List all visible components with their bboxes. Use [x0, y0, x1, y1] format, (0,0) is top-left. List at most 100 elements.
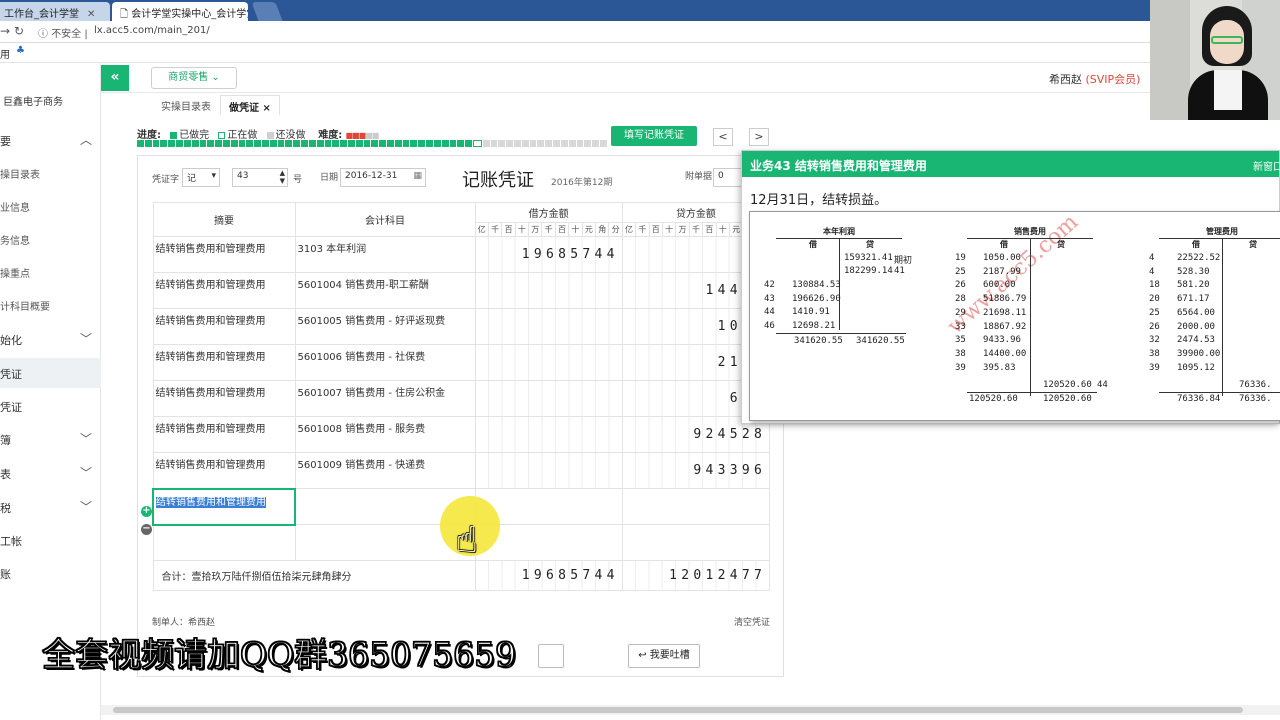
- account-cell[interactable]: 5601006 销售费用 - 社保费: [294, 344, 476, 381]
- bookmark-item[interactable]: 用: [0, 46, 10, 61]
- progress-segment: [553, 140, 560, 147]
- new-tab-button[interactable]: [251, 2, 283, 21]
- debit-amount[interactable]: [474, 452, 623, 489]
- debit-amount[interactable]: 19685744: [474, 236, 623, 273]
- progress-segment: [183, 140, 191, 147]
- insecure-indicator[interactable]: ⓘ 不安全 |: [38, 25, 88, 40]
- tab-catalog[interactable]: 实操目录表: [153, 95, 219, 115]
- digit-header: 千: [541, 222, 556, 237]
- cr-amount: 76336.: [1239, 380, 1272, 390]
- browser-tab-practice[interactable]: 🗋 会计学堂实操中心_会计学堂✕: [112, 2, 248, 21]
- debit-amount[interactable]: [474, 308, 623, 345]
- close-icon[interactable]: ✕: [87, 9, 95, 20]
- account-cell[interactable]: 5601008 销售费用 - 服务费: [294, 416, 476, 453]
- dr-amount: 2474.53: [1177, 335, 1215, 346]
- voucher-word-select[interactable]: 记 ▾: [182, 168, 220, 187]
- next-button[interactable]: >: [749, 128, 769, 146]
- bookmark-icon[interactable]: ♣: [16, 45, 25, 56]
- browser-tab-workbench[interactable]: 工作台_会计学堂 ✕: [0, 2, 110, 21]
- progress-segment: [137, 140, 144, 147]
- close-icon[interactable]: ×: [262, 103, 270, 114]
- cr-amount: 182299.14: [844, 266, 893, 276]
- dr-ref: 26: [1149, 321, 1160, 332]
- debit-amount[interactable]: [474, 416, 623, 453]
- sidebar-item-summary[interactable]: 要 ︿: [0, 125, 101, 155]
- digit-header: 千: [688, 222, 704, 237]
- dr-total: 76336.84: [1177, 394, 1221, 404]
- credit-amount[interactable]: 943396: [621, 452, 771, 489]
- account-cell[interactable]: 5601009 销售费用 - 快递费: [294, 452, 476, 489]
- progress-segment: [379, 140, 386, 147]
- stepper-icon[interactable]: ▲ ▼: [280, 169, 285, 185]
- user-info[interactable]: 希西赵 (SVIP会员): [1049, 71, 1140, 87]
- calendar-icon[interactable]: ▦: [413, 171, 422, 181]
- total-debit-amount[interactable]: 19685744: [474, 560, 623, 591]
- sidebar-item-company-info[interactable]: 业信息: [0, 191, 101, 221]
- account-cell[interactable]: 5601007 销售费用 - 住房公积金: [294, 380, 476, 417]
- fill-voucher-button[interactable]: 填写记账凭证: [611, 126, 697, 146]
- voucher-number-input[interactable]: 43 ▲ ▼: [232, 168, 288, 187]
- debit-amount[interactable]: [474, 380, 623, 417]
- clear-voucher-link[interactable]: 清空凭证: [734, 615, 770, 628]
- reload-icon[interactable]: ↻: [14, 24, 24, 38]
- credit-amount[interactable]: [621, 488, 771, 525]
- sidebar-item-reports[interactable]: 表 ﹀: [0, 458, 101, 488]
- horizontal-scrollbar[interactable]: [101, 705, 1280, 715]
- account-cell[interactable]: 5601005 销售费用 - 好评返现费: [294, 308, 476, 345]
- voucher-row: 结转销售费用和管理费用5601005 销售费用 - 好评返现费1050: [152, 308, 771, 345]
- remove-row-icon[interactable]: −: [141, 524, 152, 535]
- sidebar-item-label: 计科目概要: [0, 302, 50, 313]
- add-row-icon[interactable]: +: [141, 506, 152, 517]
- summary-cell[interactable]: [152, 524, 296, 561]
- scrollbar-thumb[interactable]: [113, 707, 1243, 713]
- account-cell[interactable]: 3103 本年利润: [294, 236, 476, 273]
- summary-cell[interactable]: 结转销售费用和管理费用: [152, 308, 296, 345]
- new-window-link[interactable]: 新窗口: [1253, 158, 1280, 173]
- sidebar-item-manual-ledger[interactable]: 工帐: [0, 525, 101, 555]
- debit-amount[interactable]: [474, 272, 623, 309]
- sidebar-item-key-points[interactable]: 操重点: [0, 257, 101, 287]
- collapse-sidebar-button[interactable]: «: [101, 65, 129, 91]
- dr-ref: 43: [764, 293, 775, 304]
- progress-segment: [191, 140, 199, 147]
- sidebar-item-business-info[interactable]: 务信息: [0, 224, 101, 254]
- chevron-down-icon: ﹀: [79, 466, 92, 480]
- sidebar-item-view-voucher[interactable]: 凭证: [0, 391, 101, 421]
- debit-amount[interactable]: [474, 344, 623, 381]
- tab-voucher[interactable]: 做凭证 ×: [220, 95, 280, 115]
- sidebar-item-accounts-book[interactable]: 账: [0, 558, 101, 588]
- sidebar-item-catalog[interactable]: 操目录表: [0, 158, 101, 188]
- digit-header: 十: [661, 222, 677, 237]
- summary-cell[interactable]: 结转销售费用和管理费用: [152, 452, 296, 489]
- progress-segment: [426, 140, 433, 147]
- summary-cell[interactable]: 结转销售费用和管理费用: [152, 416, 296, 453]
- progress-segment: [230, 140, 238, 147]
- sidebar-item-fill-voucher[interactable]: 凭证: [0, 358, 101, 388]
- credit-amount[interactable]: [621, 524, 771, 561]
- account-cell[interactable]: 5601004 销售费用-职工薪酬: [294, 272, 476, 309]
- progress-segment: [387, 140, 394, 147]
- sidebar-item-ledger[interactable]: 簿 ﹀: [0, 424, 101, 454]
- url-text[interactable]: lx.acc5.com/main_201/: [94, 25, 210, 36]
- date-input[interactable]: 2016-12-31 ▦: [340, 168, 426, 187]
- progress-segment: [207, 140, 215, 147]
- summary-cell[interactable]: 结转销售费用和管理费用: [152, 380, 296, 417]
- tab-label: 做凭证: [229, 103, 259, 114]
- summary-cell[interactable]: 结转销售费用和管理费用: [152, 344, 296, 381]
- complain-button[interactable]: ↩ 我要吐槽: [628, 644, 700, 668]
- back-icon[interactable]: →: [0, 24, 10, 38]
- prev-button[interactable]: <: [713, 128, 733, 146]
- sidebar-item-init[interactable]: 始化 ﹀: [0, 324, 101, 354]
- sidebar-item-tax[interactable]: 税 ﹀: [0, 492, 101, 522]
- sidebar-item-accounts[interactable]: 计科目概要: [0, 290, 101, 320]
- summary-input[interactable]: 结转销售费用和管理费用: [152, 487, 296, 526]
- save-button[interactable]: [538, 644, 564, 668]
- total-credit-amount[interactable]: 12012477: [621, 560, 771, 591]
- progress-segment: [316, 140, 324, 147]
- dr-amount: 196626.90: [792, 293, 841, 304]
- mode-dropdown[interactable]: 商贸零售 ⌄: [151, 67, 237, 89]
- progress-segment: [449, 140, 457, 147]
- summary-cell[interactable]: 结转销售费用和管理费用: [152, 272, 296, 309]
- summary-cell[interactable]: 结转销售费用和管理费用: [152, 236, 296, 273]
- dr-ref: 33: [955, 321, 966, 332]
